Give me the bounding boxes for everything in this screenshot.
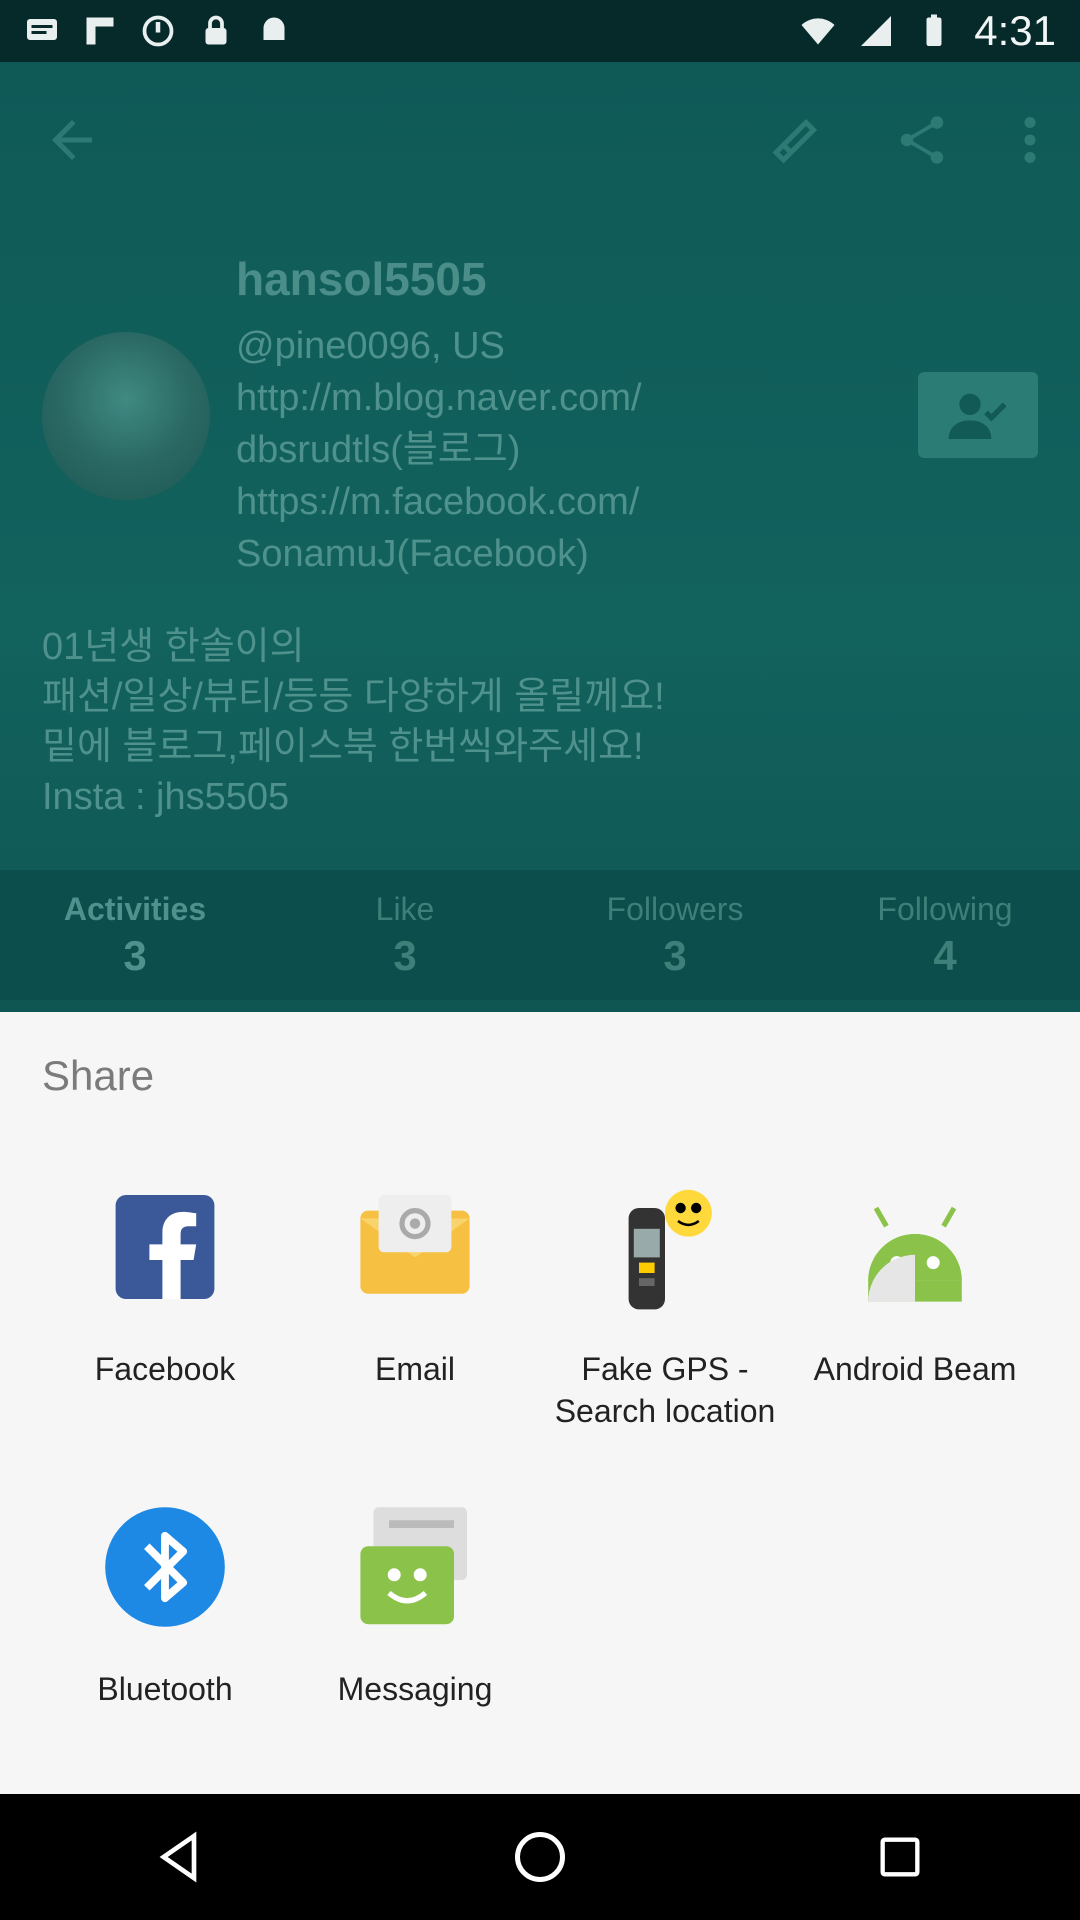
messaging-icon — [350, 1502, 480, 1632]
stat-value: 3 — [663, 931, 687, 979]
message-icon — [27, 19, 57, 40]
status-time: 4:31 — [974, 7, 1056, 54]
stat-activities[interactable]: Activities 3 — [0, 870, 270, 1000]
stat-label: Followers — [606, 890, 744, 927]
back-arrow-icon[interactable] — [42, 110, 102, 170]
app-label: Android Beam — [813, 1351, 1017, 1387]
stat-following[interactable]: Following 4 — [810, 870, 1080, 1000]
facebook-icon — [100, 1182, 230, 1312]
recents-button[interactable] — [860, 1817, 940, 1897]
sync-icon — [142, 15, 174, 47]
fake-gps-icon — [600, 1182, 730, 1312]
android-beam-icon — [850, 1182, 980, 1312]
stat-value: 3 — [393, 931, 417, 979]
email-icon — [350, 1182, 480, 1312]
flipboard-icon — [86, 17, 114, 45]
stat-like[interactable]: Like 3 — [270, 870, 540, 1000]
status-bar: 4:31 — [0, 0, 1080, 62]
stat-followers[interactable]: Followers 3 — [540, 870, 810, 1000]
share-app-bluetooth[interactable]: Bluetooth — [40, 1502, 290, 1710]
share-app-android-beam[interactable]: Android Beam — [790, 1182, 1040, 1390]
recents-icon — [880, 1837, 920, 1877]
app-label: Messaging — [337, 1671, 493, 1707]
battery-icon — [926, 14, 942, 46]
navigation-bar — [0, 1794, 1080, 1920]
app-label: Facebook — [94, 1351, 236, 1387]
signal-icon — [861, 16, 892, 46]
app-label: Email — [374, 1351, 455, 1387]
status-left-icons — [24, 13, 292, 49]
stat-label: Like — [375, 890, 435, 927]
home-button[interactable] — [500, 1817, 580, 1897]
follow-button[interactable] — [918, 372, 1038, 458]
bluetooth-icon — [100, 1502, 230, 1632]
profile-toolbar — [0, 62, 1080, 212]
more-vert-icon[interactable] — [1000, 110, 1060, 170]
lock-icon — [205, 15, 227, 45]
stat-value: 3 — [123, 931, 147, 979]
back-icon — [159, 1831, 197, 1883]
share-app-fake-gps[interactable]: Fake GPS - Search location — [540, 1182, 790, 1432]
background-profile-screen: hansol5505 @pine0096, US http://m.blog.n… — [0, 62, 1080, 1012]
share-app-facebook[interactable]: Facebook — [40, 1182, 290, 1390]
share-sheet: Share Facebook Email Fake GPS - Search l… — [0, 1012, 1080, 1794]
stat-label: Activities — [63, 890, 207, 927]
stat-label: Following — [877, 890, 1013, 927]
link-icon[interactable] — [766, 110, 826, 170]
profile-name: hansol5505 — [236, 253, 487, 305]
status-right-icons: 4:31 — [800, 7, 1056, 55]
wifi-icon — [801, 18, 835, 45]
user-check-icon — [948, 393, 1007, 439]
profile-bio: 01년생 한솔이의 패션/일상/뷰티/등등 다양하게 올릴께요! 밑에 블로그,… — [42, 626, 665, 818]
share-app-email[interactable]: Email — [290, 1182, 540, 1390]
profile-info: @pine0096, US http://m.blog.naver.com/ d… — [236, 325, 642, 575]
avatar[interactable] — [42, 332, 210, 500]
app-label: Fake GPS - Search location — [554, 1351, 776, 1429]
stat-value: 4 — [933, 931, 957, 979]
android-icon — [263, 17, 285, 40]
home-icon — [515, 1832, 565, 1882]
share-title: Share — [42, 1052, 155, 1099]
share-app-messaging[interactable]: Messaging — [290, 1502, 540, 1710]
share-icon[interactable] — [892, 110, 952, 170]
stats-bar: Activities 3 Like 3 Followers 3 Followin… — [0, 870, 1080, 1000]
app-label: Bluetooth — [97, 1671, 233, 1707]
back-button[interactable] — [140, 1817, 220, 1897]
